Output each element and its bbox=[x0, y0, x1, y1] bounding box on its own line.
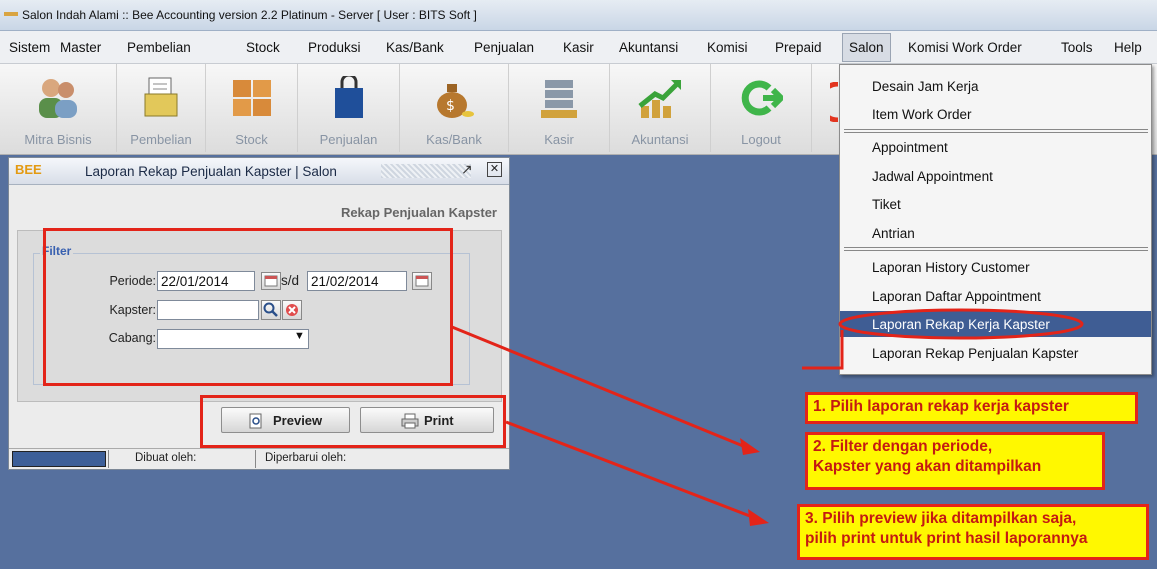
step1-connector bbox=[802, 330, 844, 370]
step1-note: 1. Pilih laporan rekap kerja kapster bbox=[805, 392, 1138, 424]
step2-text-line2: Kapster yang akan ditampilkan bbox=[813, 458, 1042, 475]
step3-text-line2: pilih print untuk print hasil laporannya bbox=[805, 530, 1088, 547]
step3-text-line1: 3. Pilih preview jika ditampilkan saja, bbox=[805, 510, 1077, 527]
step2-note: 2. Filter dengan periode, Kapster yang a… bbox=[805, 432, 1105, 490]
step1-text: 1. Pilih laporan rekap kerja kapster bbox=[813, 398, 1069, 415]
step2-arrow-line bbox=[451, 325, 749, 450]
highlight-ellipse bbox=[838, 308, 1084, 340]
step3-arrowhead bbox=[748, 509, 769, 526]
step3-note: 3. Pilih preview jika ditampilkan saja, … bbox=[797, 504, 1149, 560]
step2-arrowhead bbox=[740, 438, 760, 455]
step2-text-line1: 2. Filter dengan periode, bbox=[813, 438, 993, 455]
